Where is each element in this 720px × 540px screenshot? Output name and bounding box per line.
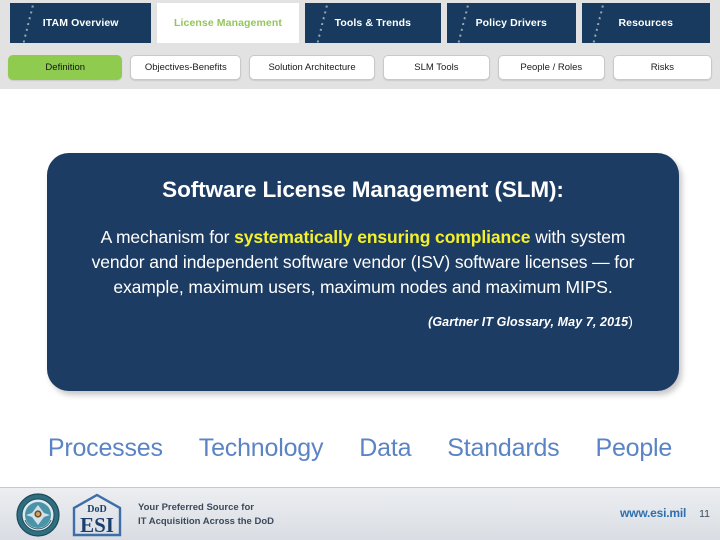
esi-website-link[interactable]: www.esi.mil — [620, 506, 686, 520]
tab-policy-drivers[interactable]: Policy Drivers — [447, 3, 576, 43]
top-navigation-bar: ITAM Overview License Management Tools &… — [0, 0, 720, 45]
sub-item-people-roles-label: People / Roles — [520, 61, 583, 73]
tab-license-management-label: License Management — [173, 17, 282, 29]
sidebar-item-risks[interactable]: Risks — [612, 54, 712, 80]
footer-tagline: Your Preferred Source for IT Acquisition… — [138, 501, 274, 529]
tab-resources[interactable]: Resources — [581, 3, 711, 43]
pillars-row: Processes Technology Data Standards Peop… — [0, 424, 720, 472]
citation: (Gartner IT Glossary, May 7, 2015) — [75, 313, 651, 329]
pillar-standards[interactable]: Standards — [447, 434, 559, 463]
footer: DoD ESI Your Preferred Source for IT Acq… — [0, 487, 720, 540]
definition-text-part1: A mechanism for — [100, 226, 235, 247]
pillar-people[interactable]: People — [595, 434, 672, 463]
tab-tools-and-trends-label: Tools & Trends — [334, 17, 412, 29]
dod-seal-icon — [16, 493, 60, 537]
sub-item-definition-label: Definition — [45, 61, 86, 73]
sub-navigation-bar: Definition Objectives-Benefits Solution … — [0, 45, 720, 89]
footer-branding: DoD ESI Your Preferred Source for IT Acq… — [16, 492, 274, 538]
sidebar-item-slm-tools[interactable]: SLM Tools — [382, 54, 490, 80]
definition-text: A mechanism for systematically ensuring … — [75, 225, 651, 300]
citation-closing-paren: ) — [628, 313, 633, 330]
tab-tools-and-trends[interactable]: Tools & Trends — [304, 3, 442, 43]
definition-text-highlight: systematically ensuring compliance — [234, 226, 531, 247]
sub-navigation-items: Definition Objectives-Benefits Solution … — [0, 45, 720, 89]
sub-item-solution-architecture-label: Solution Architecture — [268, 61, 356, 73]
pillar-data[interactable]: Data — [359, 434, 411, 463]
tab-license-management[interactable]: License Management — [157, 3, 299, 43]
sidebar-item-solution-architecture[interactable]: Solution Architecture — [249, 54, 375, 80]
tab-itam-overview-label: ITAM Overview — [42, 17, 119, 29]
svg-text:ESI: ESI — [80, 513, 114, 537]
footer-tagline-line2: IT Acquisition Across the DoD — [138, 516, 275, 527]
sub-item-objectives-benefits-label: Objectives-Benefits — [144, 61, 227, 73]
top-navigation-tabs: ITAM Overview License Management Tools &… — [0, 0, 720, 45]
tab-itam-overview[interactable]: ITAM Overview — [10, 3, 152, 43]
page-number: 11 — [699, 508, 710, 520]
definition-callout-box: Software License Management (SLM): A mec… — [47, 153, 679, 391]
sidebar-item-objectives-benefits[interactable]: Objectives-Benefits — [130, 54, 242, 80]
dod-esi-logo-icon: DoD ESI — [72, 493, 122, 537]
tab-resources-label: Resources — [618, 17, 674, 29]
sub-item-risks-label: Risks — [650, 61, 674, 73]
sidebar-item-people-roles[interactable]: People / Roles — [497, 54, 605, 80]
tab-policy-drivers-label: Policy Drivers — [475, 17, 548, 29]
page-title: Software License Management (SLM): — [162, 177, 564, 202]
pillar-processes[interactable]: Processes — [48, 434, 163, 463]
footer-tagline-line1: Your Preferred Source for — [138, 502, 254, 514]
sub-item-slm-tools-label: SLM Tools — [414, 61, 459, 73]
footer-meta: www.esi.mil 11 — [620, 506, 710, 520]
pillar-technology[interactable]: Technology — [199, 434, 324, 463]
sidebar-item-definition[interactable]: Definition — [8, 54, 123, 80]
citation-text: (Gartner IT Glossary, May 7, 2015 — [428, 315, 629, 330]
